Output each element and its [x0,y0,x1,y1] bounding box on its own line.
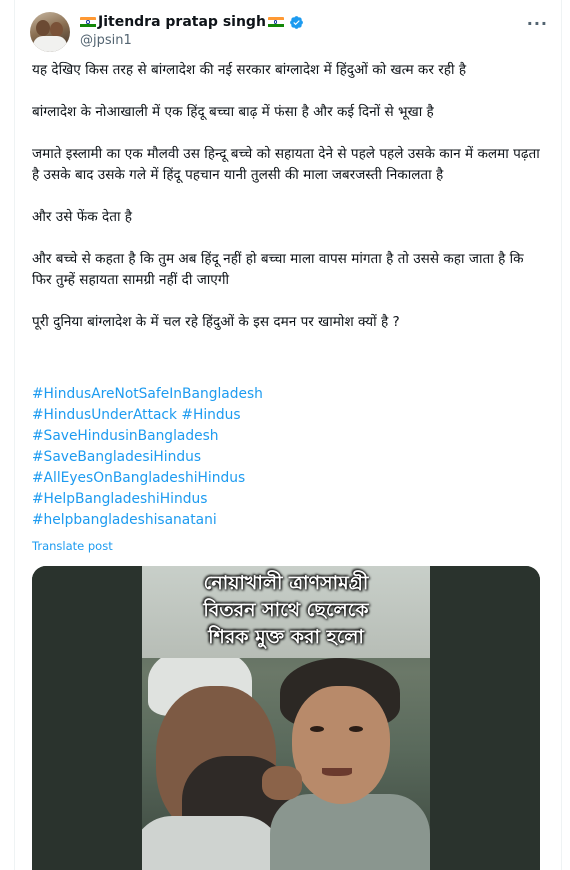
video-letterbox-left [32,566,142,870]
video-figure [310,726,324,732]
post-text: यह देखिए किस तरह से बांग्लादेश की नई सरक… [32,60,542,354]
post-header: Jitendra pratap singh @jpsin1 ··· [30,10,560,52]
video-caption-line: শিরক মুক্ত করা হলো [208,626,364,648]
author-handle[interactable]: @jpsin1 [80,33,304,48]
video-figure [292,686,390,804]
video-figure [349,726,363,732]
display-name[interactable]: Jitendra pratap singh [98,14,266,30]
post-paragraph: बांग्लादेश के नोआखाली में एक हिंदू बच्चा… [32,104,434,120]
india-flag-icon [80,16,96,28]
more-options-icon[interactable]: ··· [527,14,548,33]
hashtag-link[interactable]: #HindusAreNotSafeInBangladesh [32,384,542,405]
avatar[interactable] [30,12,70,52]
post-paragraph: और बच्चे से कहता है कि तुम अब हिंदू नहीं… [32,251,524,288]
name-row[interactable]: Jitendra pratap singh [80,13,304,31]
video-figure [270,794,430,870]
video-letterbox-right [430,566,540,870]
hashtag-list: #HindusAreNotSafeInBangladesh #HindusUnd… [32,384,542,531]
video-figure [142,816,282,870]
video-caption-line: নোয়াখালী ত্রাণসামগ্রী [203,572,369,594]
post-paragraph: पूरी दुनिया बांग्लादेश के में चल रहे हिं… [32,314,400,330]
verified-badge-icon[interactable] [289,15,304,30]
post-paragraph: यह देखिए किस तरह से बांग्लादेश की नई सरक… [32,62,467,78]
hashtag-link[interactable]: #HelpBangladeshiHindus [32,489,542,510]
video-caption: নোয়াখালী ত্রাণসামগ্রী বিতরন সাথে ছেলেকে… [142,570,430,651]
india-flag-icon [267,16,284,28]
author-info: Jitendra pratap singh @jpsin1 [80,13,304,48]
post-paragraph: जमाते इस्लामी का एक मौलवी उस हिन्दू बच्च… [32,146,540,183]
video-figure [262,766,302,800]
hashtag-link[interactable]: #SaveHindusinBangladesh [32,426,542,447]
translate-post-link[interactable]: Translate post [32,539,113,553]
media-video[interactable]: নোয়াখালী ত্রাণসামগ্রী বিতরন সাথে ছেলেকে… [32,566,540,870]
hashtag-link[interactable]: #AllEyesOnBangladeshiHindus [32,468,542,489]
video-figure [322,768,352,776]
video-caption-line: বিতরন সাথে ছেলেকে [203,599,369,621]
post-paragraph: और उसे फेंक देता है [32,209,133,225]
video-frame[interactable]: নোয়াখালী ত্রাণসামগ্রী বিতরন সাথে ছেলেকে… [142,566,430,870]
hashtag-link[interactable]: #SaveBangladesiHindus [32,447,542,468]
hashtag-link[interactable]: #HindusUnderAttack #Hindus [32,405,542,426]
hashtag-link[interactable]: #helpbangladeshisanatani [32,510,542,531]
